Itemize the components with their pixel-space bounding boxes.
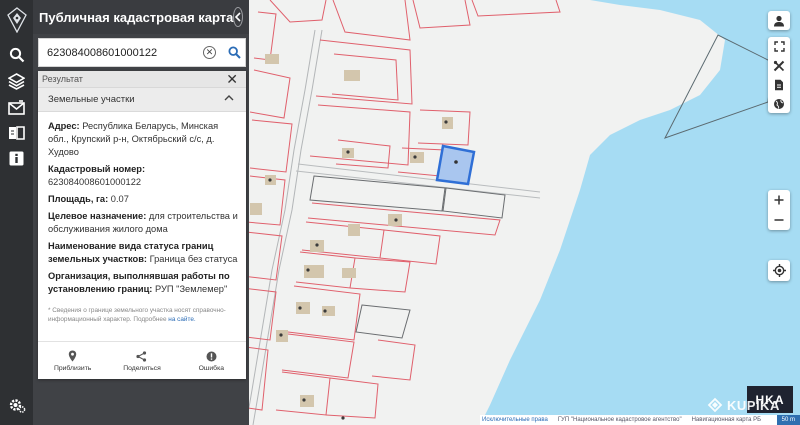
fullscreen-icon: [773, 41, 785, 52]
measure-button[interactable]: [768, 56, 790, 75]
document-button[interactable]: [768, 75, 790, 94]
report-error-button[interactable]: Ошибка: [177, 342, 246, 379]
search-submit-button[interactable]: [225, 44, 243, 62]
property-area: Площадь, га: 0.07: [48, 194, 129, 204]
zoom-to-button[interactable]: Приблизить: [38, 342, 107, 379]
section-label: Земельные участки: [48, 94, 135, 105]
share-button[interactable]: Поделиться: [107, 342, 176, 379]
disclaimer-note: * Сведения о границе земельного участка …: [48, 307, 226, 323]
fullscreen-button[interactable]: [768, 37, 790, 56]
chevron-up-icon: [224, 95, 234, 101]
locate-toolbar: [768, 260, 790, 281]
watermark: KUPIKA: [706, 397, 780, 413]
scale-bar: 50 m: [776, 415, 800, 425]
result-heading: Результат: [42, 74, 83, 84]
measure-icon: [773, 60, 785, 71]
close-result-button[interactable]: ✕: [226, 72, 238, 86]
logo-icon[interactable]: [0, 0, 33, 40]
zoom-out-button[interactable]: [768, 210, 790, 230]
map-tools-toolbar: [768, 37, 790, 113]
collapse-panel-button[interactable]: [233, 7, 244, 27]
user-icon: [774, 15, 784, 26]
search-input[interactable]: [39, 46, 199, 59]
settings-icon[interactable]: [4, 394, 29, 416]
map-pin-icon: [68, 350, 77, 363]
property-cadastral-number: Кадастровый номер: 623084008601000122: [48, 164, 146, 187]
locate-icon: [772, 264, 786, 277]
alert-icon: [206, 350, 217, 363]
account-toolbar: [768, 11, 790, 30]
share-icon: [136, 350, 147, 363]
selected-parcel: [435, 144, 476, 186]
watermark-logo-icon: [707, 397, 723, 413]
globe-icon: [774, 98, 784, 109]
clear-search-button[interactable]: ✕: [203, 46, 216, 59]
locate-button[interactable]: [768, 260, 790, 281]
attribution-map-link[interactable]: Навигационная карта РБ: [692, 417, 762, 423]
search-icon[interactable]: [4, 44, 29, 66]
mail-icon[interactable]: [4, 96, 29, 118]
zoom-out-icon: [774, 219, 784, 221]
result-header: Результат ✕: [38, 71, 246, 88]
chevron-left-icon: [235, 12, 241, 22]
result-actions: Приблизить Поделиться Ошибка: [38, 341, 246, 379]
side-panel: ✕ Результат ✕ Земельные участки Адрес: Р…: [33, 34, 249, 425]
zoom-in-icon: [774, 195, 784, 205]
layers-icon[interactable]: [4, 70, 29, 92]
site-link[interactable]: на сайте.: [168, 316, 195, 323]
zoom-in-button[interactable]: [768, 190, 790, 210]
search-icon: [227, 46, 241, 59]
property-border-status: Наименование вида статуса границ земельн…: [48, 241, 238, 264]
property-address: Адрес: Республика Беларусь, Минская обл.…: [48, 121, 219, 157]
land-plots-section[interactable]: Земельные участки: [38, 88, 246, 112]
document-icon: [775, 79, 783, 90]
property-list: Адрес: Республика Беларусь, Минская обл.…: [38, 112, 246, 296]
app-title: Публичная кадастровая карта: [39, 9, 234, 25]
property-organization: Организация, выполнявшая работы по устан…: [48, 271, 230, 294]
info-icon[interactable]: [4, 147, 29, 169]
left-rail: [0, 0, 33, 425]
attribution-bar: Исключительные права ГУП "Национальное к…: [480, 415, 800, 425]
user-button[interactable]: [768, 11, 790, 30]
attribution-agency-link[interactable]: ГУП "Национальное кадастровое агентство": [558, 417, 682, 423]
book-icon[interactable]: [4, 122, 29, 144]
app-header: Публичная кадастровая карта: [33, 0, 249, 34]
search-box: ✕: [38, 38, 246, 67]
result-card: Результат ✕ Земельные участки Адрес: Рес…: [38, 71, 246, 379]
globe-button[interactable]: [768, 94, 790, 113]
zoom-toolbar: [768, 190, 790, 230]
property-purpose: Целевое назначение: для строительства и …: [48, 211, 238, 234]
attribution-rights-link[interactable]: Исключительные права: [480, 417, 548, 423]
